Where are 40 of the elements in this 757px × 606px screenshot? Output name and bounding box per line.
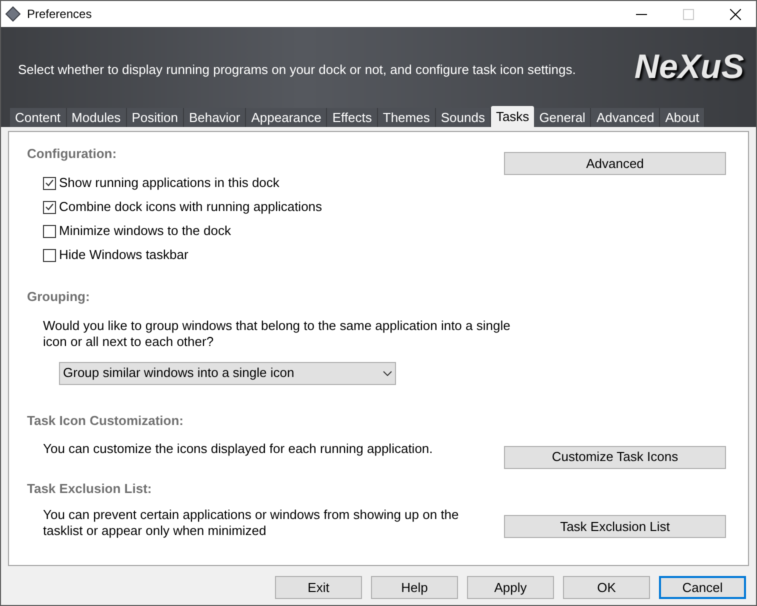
- section-description: You can prevent certain applications or windows from showing up on the tasklist or appear only when minimized: [43, 507, 460, 539]
- section-description: You can customize the icons displayed for each running application.: [43, 440, 433, 458]
- section-heading: Task Icon Customization:: [27, 412, 184, 428]
- app-icon: [5, 6, 21, 22]
- checkbox-label: Show running applications in this dock: [59, 174, 280, 192]
- checkbox[interactable]: [43, 224, 56, 238]
- window-title: Preferences: [27, 6, 92, 23]
- push-button[interactable]: Advanced: [504, 152, 726, 175]
- push-button[interactable]: Customize Task Icons: [504, 446, 726, 468]
- section-heading: Grouping:: [27, 289, 90, 304]
- grouping-question: Would you like to group windows that belong to the same application into a single icon or all next to each other?: [43, 318, 512, 350]
- banner-description: Select whether to display running programs on your dock or not, and configure task icon settings.: [18, 61, 576, 80]
- tab[interactable]: Advanced: [591, 108, 660, 127]
- tab[interactable]: Themes: [378, 108, 436, 127]
- checkbox[interactable]: [43, 176, 56, 190]
- push-button[interactable]: OK: [563, 576, 650, 599]
- push-button[interactable]: Help: [371, 576, 458, 599]
- tab[interactable]: General: [534, 108, 592, 127]
- grouping-dropdown[interactable]: Group similar windows into a single icon: [59, 362, 396, 384]
- checkbox-label: Combine dock icons with running applications: [59, 198, 322, 216]
- push-button[interactable]: Exit: [275, 576, 362, 599]
- tab[interactable]: Content: [10, 108, 67, 127]
- checkbox-label: Minimize windows to the dock: [59, 222, 231, 240]
- tab[interactable]: About: [660, 108, 706, 127]
- logo: NeXuS: [634, 46, 744, 88]
- section-heading: Configuration:: [27, 145, 117, 163]
- checkbox-label: Hide Windows taskbar: [59, 246, 188, 264]
- section-heading: Task Exclusion List:: [27, 480, 152, 496]
- checkbox[interactable]: [43, 248, 56, 262]
- close-icon[interactable]: [730, 8, 741, 20]
- tab[interactable]: Modules: [66, 108, 127, 127]
- tab[interactable]: Position: [126, 108, 184, 127]
- push-button[interactable]: Apply: [467, 576, 554, 599]
- tab[interactable]: Effects: [327, 108, 378, 127]
- tab[interactable]: Appearance: [246, 108, 328, 127]
- push-button[interactable]: Task Exclusion List: [504, 515, 726, 538]
- checkbox[interactable]: [43, 200, 56, 214]
- tab[interactable]: Tasks: [490, 106, 534, 127]
- push-button[interactable]: Cancel: [659, 576, 746, 599]
- chevron-down-icon: [383, 370, 392, 376]
